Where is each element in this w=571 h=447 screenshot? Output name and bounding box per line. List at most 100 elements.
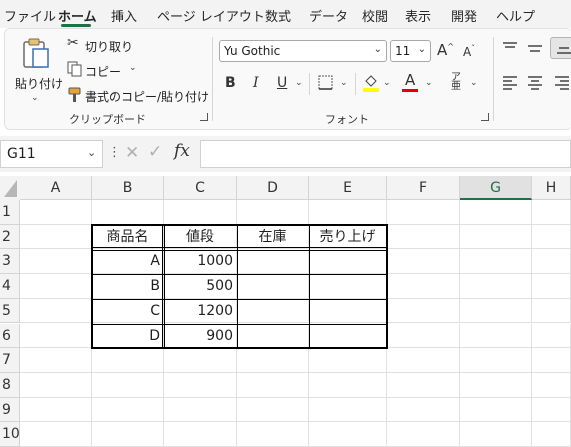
tab-insert[interactable]: 挿入: [111, 6, 137, 25]
cell-f8[interactable]: [387, 372, 460, 398]
cell-a8[interactable]: [20, 372, 92, 398]
column-header-c[interactable]: C: [164, 176, 237, 200]
cell-g3[interactable]: [460, 249, 532, 275]
cell-d10[interactable]: [237, 422, 309, 447]
row-header-5[interactable]: 5: [0, 298, 20, 324]
cell-g10[interactable]: [460, 422, 532, 447]
tab-formulas[interactable]: 数式: [265, 6, 291, 25]
cell-d7[interactable]: [237, 348, 309, 373]
cell-c3[interactable]: 1000: [164, 249, 237, 275]
cell-b6[interactable]: D: [92, 323, 164, 349]
cell-a3[interactable]: [20, 249, 92, 275]
column-header-e[interactable]: E: [309, 176, 387, 200]
cell-e8[interactable]: [309, 372, 387, 398]
select-all-button[interactable]: [0, 176, 20, 200]
cell-e4[interactable]: [309, 274, 387, 299]
row-header-9[interactable]: 9: [0, 397, 20, 423]
cell-f10[interactable]: [387, 422, 460, 447]
align-bottom-button[interactable]: [550, 37, 571, 59]
cell-f9[interactable]: [387, 397, 460, 423]
cell-f5[interactable]: [387, 298, 460, 324]
chevron-down-icon[interactable]: ⌄: [129, 63, 137, 73]
bold-button[interactable]: B: [225, 75, 236, 91]
cell-g9[interactable]: [460, 397, 532, 423]
cell-d1[interactable]: [237, 200, 309, 225]
cell-g4[interactable]: [460, 274, 532, 299]
cell-h9[interactable]: [532, 397, 571, 423]
chevron-down-icon[interactable]: ⌄: [340, 78, 348, 88]
underline-button[interactable]: U: [277, 75, 287, 91]
chevron-down-icon[interactable]: ⌄: [383, 78, 391, 88]
copy-button[interactable]: コピー: [85, 63, 121, 80]
cell-c10[interactable]: [164, 422, 237, 447]
clipboard-dialog-launcher-icon[interactable]: [200, 113, 208, 121]
chevron-down-icon[interactable]: ⌄: [295, 78, 303, 88]
column-header-g[interactable]: G: [460, 176, 532, 200]
borders-icon[interactable]: [318, 75, 334, 91]
tab-home[interactable]: ホーム: [58, 6, 97, 25]
more-options-icon[interactable]: ⋮: [108, 145, 121, 160]
row-header-4[interactable]: 4: [0, 274, 20, 299]
column-header-d[interactable]: D: [237, 176, 309, 200]
cell-d8[interactable]: [237, 372, 309, 398]
format-painter-button[interactable]: 書式のコピー/貼り付け: [85, 88, 209, 105]
cell-h4[interactable]: [532, 274, 571, 299]
align-left-icon[interactable]: [502, 75, 518, 91]
cell-h3[interactable]: [532, 249, 571, 275]
row-header-8[interactable]: 8: [0, 372, 20, 398]
align-top-icon[interactable]: [502, 41, 518, 53]
cell-h5[interactable]: [532, 298, 571, 324]
cell-g1[interactable]: [460, 200, 532, 225]
font-color-letter[interactable]: A: [405, 71, 415, 89]
row-header-10[interactable]: 10: [0, 422, 20, 447]
cell-f6[interactable]: [387, 323, 460, 349]
cell-a1[interactable]: [20, 200, 92, 225]
cell-d2[interactable]: 在庫: [237, 224, 309, 250]
cell-e9[interactable]: [309, 397, 387, 423]
cell-g6[interactable]: [460, 323, 532, 349]
chevron-down-icon[interactable]: ⌄: [87, 146, 96, 159]
cell-g8[interactable]: [460, 372, 532, 398]
cell-f1[interactable]: [387, 200, 460, 225]
fill-color-icon[interactable]: [362, 73, 380, 93]
align-center-icon[interactable]: [527, 75, 543, 91]
cell-f3[interactable]: [387, 249, 460, 275]
worksheet-grid[interactable]: ABCDEFGH 1 2 3 4 5 6 7 8 9 10 商品名 値段 在庫 売り上げ A 1000 B 50…: [0, 176, 571, 447]
cell-h6[interactable]: [532, 323, 571, 349]
align-middle-icon[interactable]: [527, 43, 543, 55]
cell-b4[interactable]: B: [92, 274, 164, 299]
cell-e2[interactable]: 売り上げ: [309, 224, 387, 250]
column-header-b[interactable]: B: [92, 176, 164, 200]
cut-button[interactable]: 切り取り: [85, 38, 133, 55]
column-header-f[interactable]: F: [387, 176, 460, 200]
cell-h8[interactable]: [532, 372, 571, 398]
cell-c2[interactable]: 値段: [164, 224, 237, 250]
cell-g5[interactable]: [460, 298, 532, 324]
cell-f7[interactable]: [387, 348, 460, 373]
cell-a2[interactable]: [20, 224, 92, 250]
cell-c8[interactable]: [164, 372, 237, 398]
cell-e10[interactable]: [309, 422, 387, 447]
row-header-2[interactable]: 2: [0, 224, 20, 250]
italic-button[interactable]: I: [253, 75, 259, 91]
cell-a9[interactable]: [20, 397, 92, 423]
cell-h1[interactable]: [532, 200, 571, 225]
cell-b5[interactable]: C: [92, 298, 164, 324]
row-header-6[interactable]: 6: [0, 323, 20, 349]
cell-c5[interactable]: 1200: [164, 298, 237, 324]
align-right-icon[interactable]: [554, 75, 570, 91]
phonetic-guide-icon[interactable]: ア亜: [451, 73, 461, 92]
cell-e7[interactable]: [309, 348, 387, 373]
cell-d9[interactable]: [237, 397, 309, 423]
insert-function-icon[interactable]: fx: [174, 141, 190, 161]
cell-b10[interactable]: [92, 422, 164, 447]
cell-b3[interactable]: A: [92, 249, 164, 275]
cell-c7[interactable]: [164, 348, 237, 373]
cell-b8[interactable]: [92, 372, 164, 398]
cell-f4[interactable]: [387, 274, 460, 299]
tab-review[interactable]: 校閲: [362, 6, 388, 25]
cell-b9[interactable]: [92, 397, 164, 423]
cell-b1[interactable]: [92, 200, 164, 225]
increase-font-size-icon[interactable]: A^: [437, 41, 454, 59]
cell-d5[interactable]: [237, 298, 309, 324]
